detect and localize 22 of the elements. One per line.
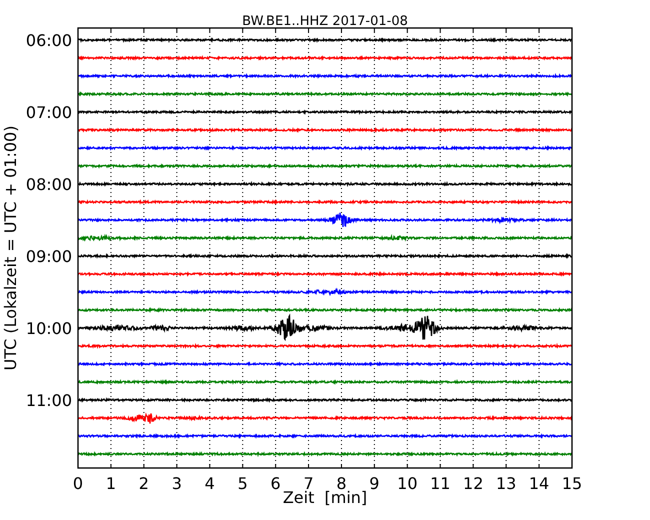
tick-label: 4 xyxy=(204,474,215,493)
tick-label: 11 xyxy=(430,474,450,493)
tick-label: 09:00 xyxy=(26,247,72,266)
chart-title: BW.BE1..HHZ 2017-01-08 xyxy=(242,14,408,29)
tick-label: 06:00 xyxy=(26,31,72,50)
axis-label: UTC (Lokalzeit = UTC + 01:00) xyxy=(1,126,20,370)
tick-label: 15 xyxy=(562,474,582,493)
tick-label: 0 xyxy=(72,474,84,493)
tick-label: 5 xyxy=(238,474,248,493)
tick-label: 07:00 xyxy=(26,103,72,122)
tick-label: 10 xyxy=(397,474,418,493)
tick-label: 12 xyxy=(463,474,484,493)
tick-label: 08:00 xyxy=(26,175,72,194)
tick-label: 6 xyxy=(270,474,281,493)
tick-label: 3 xyxy=(172,474,182,493)
tick-label: 2 xyxy=(138,474,149,493)
tick-label: 11:00 xyxy=(26,391,72,410)
tick-label: 10:00 xyxy=(26,319,72,338)
tick-label: 14 xyxy=(528,474,550,493)
tick-label: 9 xyxy=(369,474,380,493)
tick-label: 13 xyxy=(496,474,516,493)
tick-label: 1 xyxy=(106,474,116,493)
